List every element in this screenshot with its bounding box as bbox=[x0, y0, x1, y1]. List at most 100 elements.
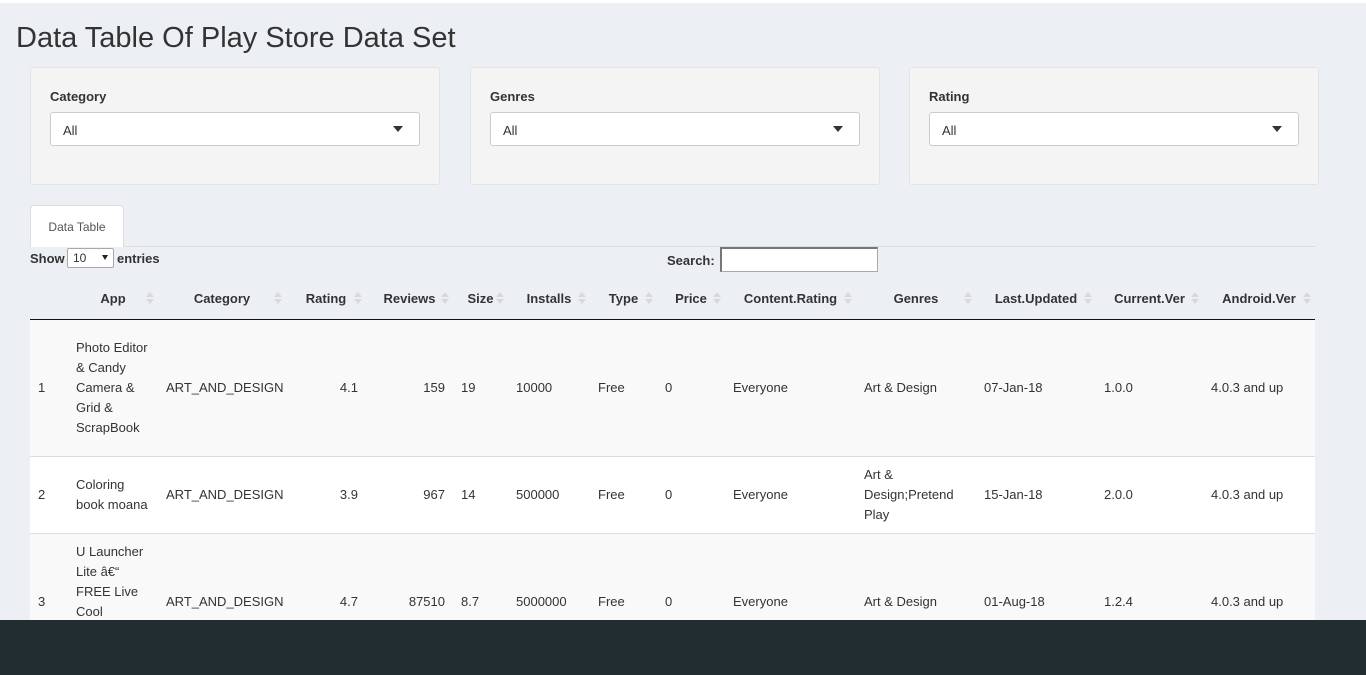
sort-icon bbox=[1303, 292, 1311, 304]
column-header-size[interactable]: Size bbox=[453, 278, 508, 320]
rating-filter-panel: Rating All bbox=[909, 67, 1319, 185]
cell-current-ver: 2.0.0 bbox=[1096, 455, 1203, 533]
column-header-label: Type bbox=[608, 290, 639, 306]
cell-size: 14 bbox=[453, 455, 508, 533]
cell-index: 1 bbox=[38, 379, 46, 395]
genres-select-value: All bbox=[503, 123, 518, 138]
data-table-container: App Category Rating Reviews Size Install… bbox=[30, 278, 1315, 675]
data-table: App Category Rating Reviews Size Install… bbox=[30, 278, 1315, 670]
search-input[interactable] bbox=[720, 247, 878, 272]
main-content: Data Table Of Play Store Data Set Catego… bbox=[0, 0, 1350, 675]
column-header-reviews[interactable]: Reviews bbox=[366, 278, 453, 320]
cell-app: Coloring book moana bbox=[68, 455, 158, 533]
cell-installs: 500000 bbox=[508, 455, 590, 533]
cell-genres: Art & Design bbox=[864, 379, 937, 395]
cell-type: Free bbox=[590, 455, 657, 533]
column-header-installs[interactable]: Installs bbox=[508, 278, 590, 320]
cell-android-ver: 4.0.3 and up bbox=[1211, 379, 1284, 395]
chevron-down-icon bbox=[833, 126, 843, 132]
cell-app: Photo Editor & Candy Camera & Grid & Scr… bbox=[76, 339, 148, 435]
cell-content-rating: Everyone bbox=[733, 379, 788, 395]
sort-icon bbox=[146, 292, 154, 304]
table-row[interactable]: 2 Coloring book moana ART_AND_DESIGN 3.9… bbox=[30, 455, 1315, 533]
category-filter-panel: Category All bbox=[30, 67, 440, 185]
column-header-label: Price bbox=[675, 290, 707, 306]
genres-filter-label: Genres bbox=[490, 89, 535, 104]
column-header-label: Last.Updated bbox=[994, 290, 1078, 306]
cell-last-updated: 15-Jan-18 bbox=[976, 455, 1096, 533]
column-header-label: Android.Ver bbox=[1222, 290, 1296, 306]
search-label: Search: bbox=[667, 253, 715, 268]
column-header-type[interactable]: Type bbox=[590, 278, 657, 320]
sort-icon bbox=[645, 292, 653, 304]
sort-icon bbox=[496, 292, 504, 304]
cell-price: 0 bbox=[665, 379, 673, 395]
sort-icon bbox=[1084, 292, 1092, 304]
column-header-label: Category bbox=[193, 290, 251, 306]
column-header-label: Reviews bbox=[383, 290, 436, 306]
column-header-label: Genres bbox=[893, 290, 939, 306]
cell-last-updated: 07-Jan-18 bbox=[984, 379, 1043, 395]
table-row[interactable]: 1 Photo Editor & Candy Camera & Grid & S… bbox=[30, 319, 1315, 456]
chevron-down-icon bbox=[1272, 126, 1282, 132]
column-header-label: Size bbox=[467, 290, 494, 306]
chevron-down-icon bbox=[102, 255, 108, 260]
sort-icon bbox=[713, 292, 721, 304]
chevron-down-icon bbox=[393, 126, 403, 132]
rating-select-value: All bbox=[942, 123, 957, 138]
genres-select[interactable]: All bbox=[490, 112, 860, 146]
tab-divider bbox=[123, 246, 1315, 247]
page-title: Data Table Of Play Store Data Set bbox=[16, 22, 456, 54]
genres-filter-panel: Genres All bbox=[470, 67, 880, 185]
entries-length-select[interactable]: 10 bbox=[67, 248, 114, 268]
category-select[interactable]: All bbox=[50, 112, 420, 146]
column-header-category[interactable]: Category bbox=[158, 278, 286, 320]
cell-reviews: 159 bbox=[423, 379, 445, 395]
cell-genres: Art & Design;Pretend Play bbox=[856, 455, 976, 533]
cell-current-ver: 1.0.0 bbox=[1104, 379, 1133, 395]
column-header-label: App bbox=[100, 290, 126, 306]
rating-select[interactable]: All bbox=[929, 112, 1299, 146]
sort-icon bbox=[578, 292, 586, 304]
entries-length-value: 10 bbox=[73, 251, 87, 265]
column-header-label: Rating bbox=[305, 290, 347, 306]
cell-rating: 3.9 bbox=[286, 455, 366, 533]
column-header-label: Content.Rating bbox=[743, 290, 838, 306]
cell-installs: 10000 bbox=[516, 379, 553, 395]
tab-data-table[interactable]: Data Table bbox=[30, 205, 124, 247]
column-header-label: Current.Ver bbox=[1114, 290, 1185, 306]
category-select-value: All bbox=[63, 123, 78, 138]
footer-bar bbox=[0, 620, 1366, 675]
sort-icon bbox=[964, 292, 972, 304]
cell-category: ART_AND_DESIGN bbox=[166, 379, 284, 395]
column-header-rating[interactable]: Rating bbox=[286, 278, 366, 320]
column-header-current-ver[interactable]: Current.Ver bbox=[1096, 278, 1203, 320]
cell-size: 19 bbox=[461, 379, 476, 395]
sort-icon bbox=[441, 292, 449, 304]
sort-icon bbox=[354, 292, 362, 304]
column-header-android-ver[interactable]: Android.Ver bbox=[1203, 278, 1315, 320]
sort-icon bbox=[1191, 292, 1199, 304]
column-header-genres[interactable]: Genres bbox=[856, 278, 976, 320]
cell-reviews: 967 bbox=[366, 455, 453, 533]
cell-content-rating: Everyone bbox=[725, 455, 856, 533]
cell-category: ART_AND_DESIGN bbox=[158, 455, 286, 533]
column-header-price[interactable]: Price bbox=[657, 278, 725, 320]
table-header-row: App Category Rating Reviews Size Install… bbox=[30, 278, 1315, 320]
column-header-index bbox=[30, 278, 68, 320]
entries-label: entries bbox=[117, 251, 160, 266]
sort-icon bbox=[844, 292, 852, 304]
column-header-content-rating[interactable]: Content.Rating bbox=[725, 278, 856, 320]
column-header-last-updated[interactable]: Last.Updated bbox=[976, 278, 1096, 320]
show-label: Show bbox=[30, 251, 65, 266]
cell-android-ver: 4.0.3 and up bbox=[1203, 455, 1315, 533]
rating-filter-label: Rating bbox=[929, 89, 970, 104]
cell-rating: 4.1 bbox=[339, 379, 358, 395]
sort-icon bbox=[274, 292, 282, 304]
category-filter-label: Category bbox=[50, 89, 107, 104]
cell-price: 0 bbox=[657, 455, 725, 533]
cell-type: Free bbox=[598, 379, 625, 395]
column-header-label: Installs bbox=[526, 290, 572, 306]
cell-index: 2 bbox=[30, 455, 68, 533]
column-header-app[interactable]: App bbox=[68, 278, 158, 320]
